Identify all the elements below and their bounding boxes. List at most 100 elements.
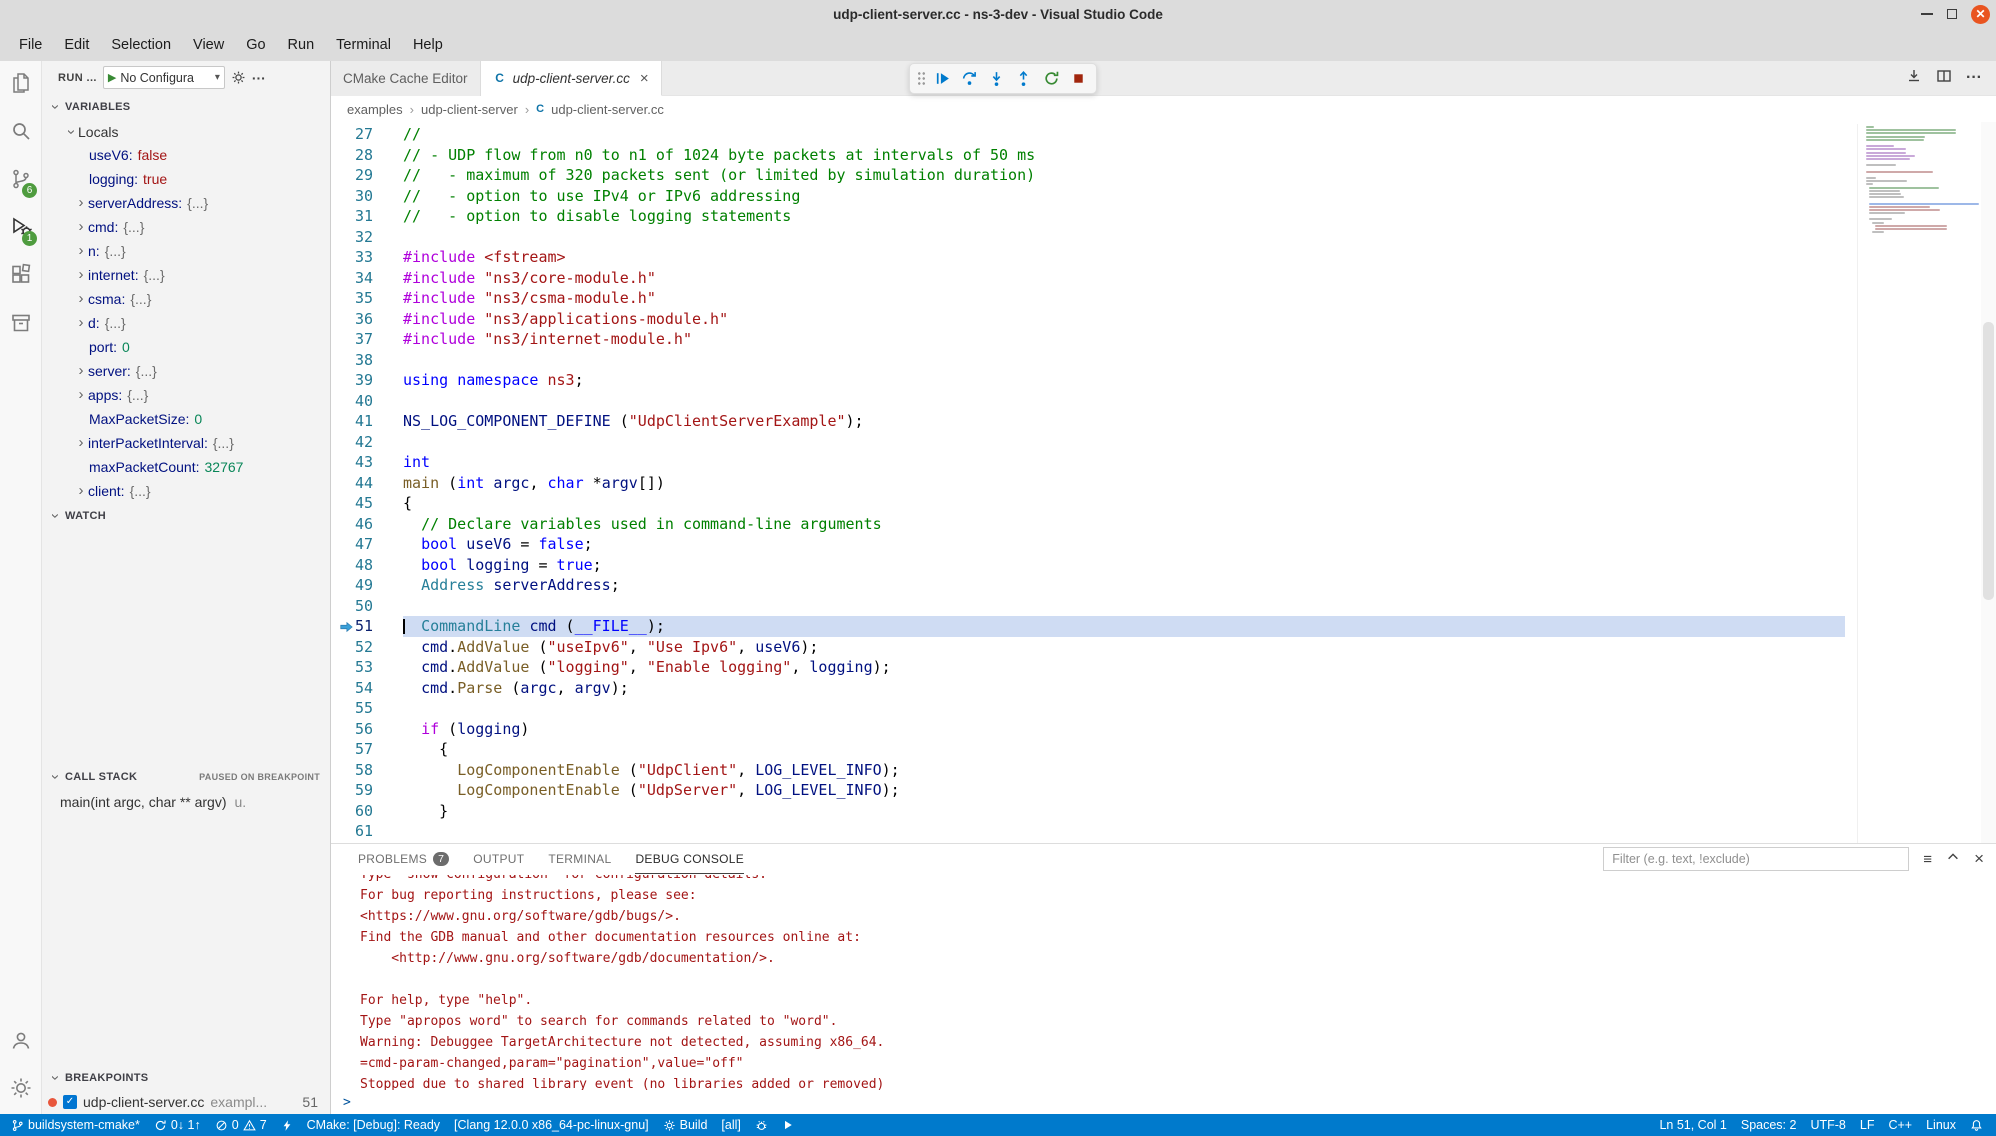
breakpoint-checkbox[interactable]: ✓ [63, 1095, 77, 1109]
code-line-content[interactable]: #include <fstream> [403, 247, 1845, 268]
code-line[interactable]: 27// [331, 124, 1845, 145]
code-line[interactable]: 36#include "ns3/applications-module.h" [331, 309, 1845, 330]
filter-input[interactable] [1603, 847, 1909, 871]
restore-button[interactable] [1947, 9, 1957, 19]
branch-status[interactable]: buildsystem-cmake* [4, 1114, 147, 1136]
code-line-content[interactable] [403, 227, 1845, 248]
line-number[interactable]: 49 [331, 575, 403, 596]
code-line[interactable]: 41NS_LOG_COMPONENT_DEFINE ("UdpClientSer… [331, 411, 1845, 432]
variables-section-header[interactable]: › VARIABLES [42, 94, 330, 120]
cursor-position[interactable]: Ln 51, Col 1 [1652, 1114, 1733, 1136]
variable-row[interactable]: useV6:false [42, 143, 330, 167]
minimize-button[interactable] [1921, 13, 1933, 15]
code-line-content[interactable]: { [403, 493, 1845, 514]
filter-lines-icon[interactable]: ≡ [1923, 851, 1932, 868]
menu-selection[interactable]: Selection [100, 28, 182, 61]
menu-file[interactable]: File [8, 28, 53, 61]
code-editor[interactable]: 27//28// - UDP flow from n0 to n1 of 102… [331, 122, 1996, 843]
launch-config-dropdown[interactable]: ▶ No Configura ▾ [103, 66, 225, 89]
line-number[interactable]: 52 [331, 637, 403, 658]
line-number[interactable]: 39 [331, 370, 403, 391]
line-number[interactable]: 32 [331, 227, 403, 248]
indentation[interactable]: Spaces: 2 [1734, 1114, 1804, 1136]
scrollbar-thumb[interactable] [1983, 322, 1994, 600]
line-number[interactable]: 55 [331, 698, 403, 719]
code-line[interactable]: 37#include "ns3/internet-module.h" [331, 329, 1845, 350]
code-line-content[interactable]: int [403, 452, 1845, 473]
code-line-content[interactable]: { [403, 739, 1845, 760]
variable-row[interactable]: maxPacketCount:32767 [42, 455, 330, 479]
variable-row[interactable]: ›apps:{...} [42, 383, 330, 407]
breakpoint-row[interactable]: ✓ udp-client-server.cc exampl... 51 [42, 1090, 330, 1114]
code-line[interactable]: 34#include "ns3/core-module.h" [331, 268, 1845, 289]
os[interactable]: Linux [1919, 1114, 1963, 1136]
line-number[interactable]: 41 [331, 411, 403, 432]
maximize-panel-icon[interactable] [1946, 850, 1960, 868]
code-line[interactable]: 44main (int argc, char *argv[]) [331, 473, 1845, 494]
code-line[interactable]: 56 if (logging) [331, 719, 1845, 740]
code-line[interactable]: 46 // Declare variables used in command-… [331, 514, 1845, 535]
line-number[interactable]: 56 [331, 719, 403, 740]
line-number[interactable]: 42 [331, 432, 403, 453]
code-line[interactable]: 50 [331, 596, 1845, 617]
scope-locals[interactable]: › Locals [42, 120, 330, 144]
code-line[interactable]: 52 cmd.AddValue ("useIpv6", "Use Ipv6", … [331, 637, 1845, 658]
line-number[interactable]: 43 [331, 452, 403, 473]
code-line[interactable]: 33#include <fstream> [331, 247, 1845, 268]
build-button[interactable]: Build [656, 1114, 715, 1136]
code-line[interactable]: 42 [331, 432, 1845, 453]
sidebar-item-extensions[interactable] [0, 253, 41, 301]
step-out-button[interactable] [1013, 67, 1034, 91]
encoding[interactable]: UTF-8 [1803, 1114, 1852, 1136]
line-number[interactable]: 50 [331, 596, 403, 617]
variable-row[interactable]: ›n:{...} [42, 239, 330, 263]
eol[interactable]: LF [1853, 1114, 1882, 1136]
stop-button[interactable] [1068, 67, 1089, 91]
code-line[interactable]: 32 [331, 227, 1845, 248]
kit-status[interactable]: [Clang 12.0.0 x86_64-pc-linux-gnu] [447, 1114, 656, 1136]
code-line[interactable]: 54 cmd.Parse (argc, argv); [331, 678, 1845, 699]
line-number[interactable]: 58 [331, 760, 403, 781]
code-line-content[interactable]: } [403, 801, 1845, 822]
code-line[interactable]: 30// - option to use IPv4 or IPv6 addres… [331, 186, 1845, 207]
line-number[interactable]: 27 [331, 124, 403, 145]
breadcrumb-item[interactable]: udp-client-server.cc [551, 102, 664, 117]
launch-button[interactable] [775, 1114, 801, 1136]
sync-status[interactable]: 0↓ 1↑ [147, 1114, 208, 1136]
cmake-status[interactable]: CMake: [Debug]: Ready [300, 1114, 447, 1136]
variable-row[interactable]: port:0 [42, 335, 330, 359]
breadcrumb-item[interactable]: udp-client-server [421, 102, 518, 117]
step-into-button[interactable] [986, 67, 1007, 91]
code-line-content[interactable]: LogComponentEnable ("UdpClient", LOG_LEV… [403, 760, 1845, 781]
debug-settings-gear-icon[interactable] [231, 70, 246, 85]
code-line-content[interactable]: // Declare variables used in command-lin… [403, 514, 1845, 535]
code-line-content[interactable]: LogComponentEnable ("UdpServer", LOG_LEV… [403, 780, 1845, 801]
code-line-content[interactable] [403, 391, 1845, 412]
line-number[interactable]: 48 [331, 555, 403, 576]
tab-udp-client-server-cc[interactable]: Cudp-client-server.cc× [481, 61, 662, 96]
code-line[interactable]: 45{ [331, 493, 1845, 514]
variable-row[interactable]: ›d:{...} [42, 311, 330, 335]
code-line-content[interactable]: #include "ns3/internet-module.h" [403, 329, 1845, 350]
line-number[interactable]: 57 [331, 739, 403, 760]
code-line[interactable]: 61 [331, 821, 1845, 842]
line-number[interactable]: 61 [331, 821, 403, 842]
panel-tab-output[interactable]: OUTPUT [473, 844, 524, 874]
code-line[interactable]: 53 cmd.AddValue ("logging", "Enable logg… [331, 657, 1845, 678]
notifications[interactable] [1963, 1114, 1990, 1136]
code-line[interactable]: 31// - option to disable logging stateme… [331, 206, 1845, 227]
download-icon[interactable] [1906, 68, 1922, 89]
code-line-content[interactable]: cmd.AddValue ("useIpv6", "Use Ipv6", use… [403, 637, 1845, 658]
line-number[interactable]: 59 [331, 780, 403, 801]
line-number[interactable]: 44 [331, 473, 403, 494]
sidebar-item-run-and-debug[interactable]: 1 [0, 205, 41, 253]
more-actions-icon[interactable]: ··· [1966, 69, 1982, 87]
code-line-content[interactable] [403, 432, 1845, 453]
minimap[interactable] [1857, 124, 1981, 843]
line-number[interactable]: 60 [331, 801, 403, 822]
code-line-content[interactable]: #include "ns3/csma-module.h" [403, 288, 1845, 309]
code-line-content[interactable]: using namespace ns3; [403, 370, 1845, 391]
close-icon[interactable]: × [640, 70, 649, 87]
code-line[interactable]: 49 Address serverAddress; [331, 575, 1845, 596]
code-line[interactable]: 48 bool logging = true; [331, 555, 1845, 576]
